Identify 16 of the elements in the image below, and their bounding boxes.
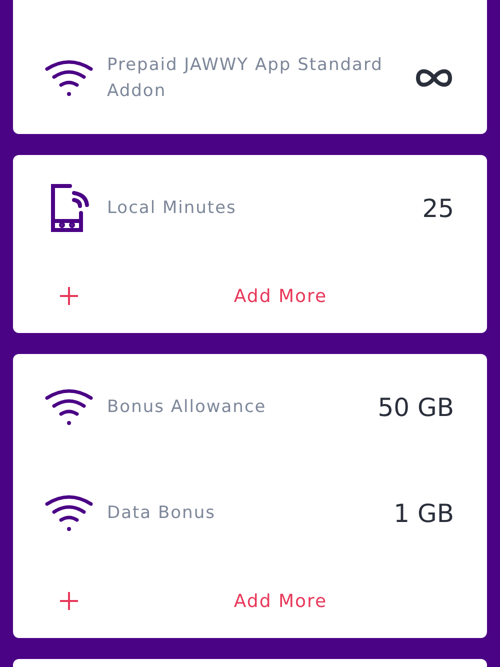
- allowance-value: 1 GB: [394, 498, 454, 528]
- allowance-label: Prepaid JAWWY App Standard Addon: [107, 54, 384, 103]
- allowance-label: Data Bonus: [107, 502, 216, 525]
- wifi-icon: [45, 494, 93, 532]
- phone-signal-icon: [48, 183, 90, 233]
- add-more-button[interactable]: Add More: [107, 282, 454, 310]
- infinity-icon: [414, 67, 454, 89]
- add-more-button[interactable]: Add More: [107, 586, 454, 616]
- allowance-label: Local Minutes: [107, 197, 238, 220]
- wifi-icon: [45, 59, 93, 97]
- plus-icon: [59, 286, 79, 306]
- allowance-value: 25: [422, 194, 454, 222]
- plus-icon: [59, 591, 79, 611]
- allowance-value: 50 GB: [378, 392, 454, 422]
- allowance-label: Bonus Allowance: [107, 396, 268, 419]
- wifi-icon: [45, 388, 93, 426]
